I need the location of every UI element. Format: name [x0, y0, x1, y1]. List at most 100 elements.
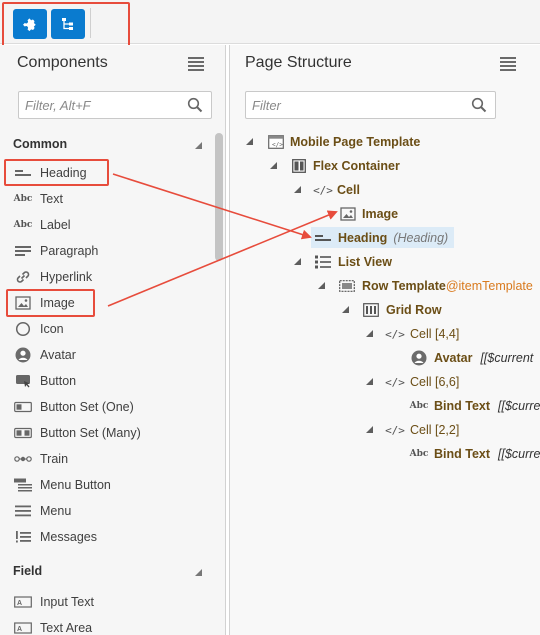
messages-icon — [14, 530, 32, 544]
components-filter-placeholder: Filter, Alt+F — [25, 97, 91, 113]
component-label: Paragraph — [40, 244, 99, 258]
code-tag-icon: </> — [385, 423, 405, 437]
tree-node-label: Cell [4,4] — [410, 327, 460, 341]
tree-node-label: Heading (Heading) — [338, 231, 448, 245]
collapse-triangle-icon[interactable] — [366, 330, 373, 337]
component-label: Menu — [40, 504, 72, 518]
row-template-icon — [338, 278, 356, 294]
component-item-icon[interactable]: Icon — [0, 316, 212, 342]
tree-node-label: Flex Container — [313, 159, 400, 173]
flex-container-icon — [290, 158, 308, 174]
collapse-triangle-icon[interactable] — [294, 258, 301, 265]
component-item-avatar[interactable]: Avatar — [0, 342, 212, 368]
collapse-triangle-icon[interactable] — [366, 378, 373, 385]
text-abc-icon: Abc — [409, 449, 429, 459]
tree-node-label: Mobile Page Template — [290, 135, 421, 149]
component-label: Text — [40, 192, 63, 206]
tree-node-label: Bind Text [[$curre — [434, 447, 540, 461]
structure-filter-placeholder: Filter — [252, 97, 281, 113]
collapse-triangle-icon[interactable] — [270, 162, 277, 169]
link-icon — [14, 270, 32, 284]
tree-node-label: Cell [2,2] — [410, 423, 460, 437]
avatar-icon — [410, 350, 428, 366]
train-icon — [14, 452, 32, 466]
svg-text:A: A — [17, 626, 22, 633]
component-item-menu[interactable]: Menu — [0, 498, 212, 524]
tree-node-name: Heading — [338, 231, 388, 245]
component-item-menu-button[interactable]: Menu Button — [0, 472, 212, 498]
tree-node-name: Avatar — [434, 351, 473, 365]
component-item-button-set-many[interactable]: Button Set (Many) — [0, 420, 212, 446]
tree-node-sublabel: (Heading) — [393, 231, 449, 245]
button-icon — [14, 374, 32, 388]
tree-node-template-slot: @itemTemplate — [445, 279, 533, 293]
component-item-input-text[interactable]: A Input Text — [0, 589, 212, 615]
heading-icon — [314, 230, 332, 246]
text-abc-icon: Abc — [13, 194, 33, 204]
grid-row-icon — [362, 302, 380, 318]
collapse-triangle-icon[interactable] — [195, 142, 202, 149]
collapse-triangle-icon[interactable] — [318, 282, 325, 289]
component-item-label[interactable]: Abc Label — [0, 212, 212, 238]
circle-icon — [14, 321, 32, 337]
tree-node-label: Row Template@itemTemplate — [362, 279, 533, 293]
tree-node-label: List View — [338, 255, 392, 269]
page-structure-panel-menu-icon[interactable] — [500, 57, 516, 71]
component-label: Text Area — [40, 621, 93, 635]
menu-icon — [14, 504, 32, 518]
search-icon[interactable] — [187, 97, 203, 113]
component-label: Icon — [40, 322, 64, 336]
components-panel-menu-icon[interactable] — [188, 57, 204, 71]
component-label: Messages — [40, 530, 97, 544]
component-item-paragraph[interactable]: Paragraph — [0, 238, 212, 264]
component-item-text[interactable]: Abc Text — [0, 186, 212, 212]
button-set-one-icon — [14, 400, 32, 414]
page-structure-panel-title: Page Structure — [245, 54, 352, 71]
tree-node-name: Row Template — [362, 279, 446, 293]
components-scrollbar[interactable] — [215, 133, 223, 261]
menu-button-icon — [14, 478, 32, 492]
tree-node-label: Bind Text [[$curre — [434, 399, 540, 413]
code-tag-icon: </> — [385, 327, 405, 341]
text-abc-icon: Abc — [409, 401, 429, 411]
component-item-text-area[interactable]: A Text Area — [0, 615, 212, 635]
component-label: Button Set (Many) — [40, 426, 141, 440]
component-label: Button — [40, 374, 77, 388]
component-item-hyperlink[interactable]: Hyperlink — [0, 264, 212, 290]
heading-highlight-box — [4, 159, 109, 186]
collapse-triangle-icon[interactable] — [342, 306, 349, 313]
collapse-triangle-icon[interactable] — [294, 186, 301, 193]
list-view-icon — [314, 254, 332, 270]
component-label: Menu Button — [40, 478, 111, 492]
svg-text:A: A — [17, 600, 22, 607]
components-filter-input[interactable]: Filter, Alt+F — [18, 91, 212, 119]
component-label: Input Text — [40, 595, 94, 609]
input-text-icon: A — [14, 595, 32, 609]
component-item-train[interactable]: Train — [0, 446, 212, 472]
component-item-messages[interactable]: Messages — [0, 524, 212, 550]
component-label: Button Set (One) — [40, 400, 134, 414]
tree-node-binding: [[$current — [480, 351, 534, 365]
section-header-field[interactable]: Field — [0, 560, 212, 584]
section-header-common[interactable]: Common — [0, 133, 212, 157]
section-label: Field — [13, 564, 43, 578]
tree-node-name: Bind Text — [434, 399, 491, 413]
button-set-many-icon — [14, 426, 32, 440]
component-label: Hyperlink — [40, 270, 93, 284]
component-item-button[interactable]: Button — [0, 368, 212, 394]
svg-text:</>: </> — [272, 142, 283, 149]
collapse-triangle-icon[interactable] — [366, 426, 373, 433]
components-panel-title: Components — [17, 54, 108, 71]
collapse-triangle-icon[interactable] — [195, 569, 202, 576]
component-item-button-set-one[interactable]: Button Set (One) — [0, 394, 212, 420]
search-icon[interactable] — [471, 97, 487, 113]
code-tag-icon: </> — [313, 183, 333, 197]
structure-filter-input[interactable]: Filter — [245, 91, 496, 119]
component-label: Train — [40, 452, 69, 466]
avatar-icon — [14, 347, 32, 363]
tree-node-binding: [[$curre — [498, 399, 540, 413]
collapse-triangle-icon[interactable] — [246, 138, 253, 145]
tree-node-binding: [[$curre — [498, 447, 540, 461]
section-label: Common — [13, 137, 68, 151]
image-highlight-box — [6, 289, 95, 317]
